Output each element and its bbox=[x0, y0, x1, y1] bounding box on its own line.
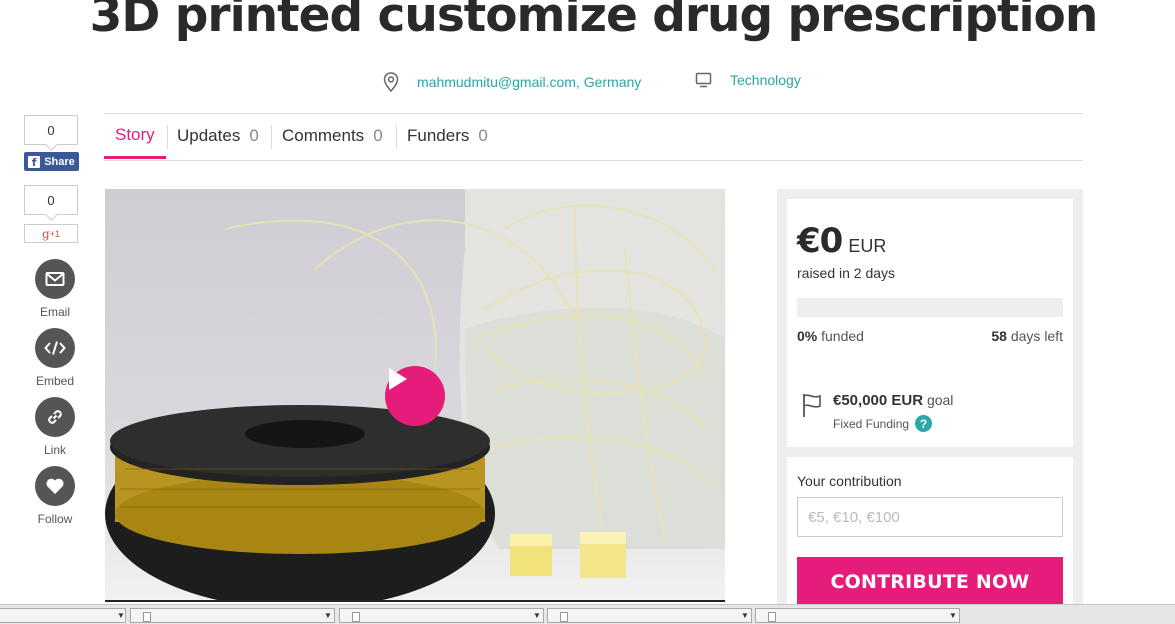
project-tabs: Story Updates 0 Comments 0 Funders 0 bbox=[104, 113, 1083, 161]
download-item[interactable] bbox=[339, 608, 544, 623]
flag-icon bbox=[803, 394, 821, 417]
link-share[interactable]: Link bbox=[24, 397, 86, 457]
download-item[interactable] bbox=[547, 608, 752, 623]
tab-updates[interactable]: Updates 0 bbox=[177, 114, 259, 158]
tab-story-label: Story bbox=[115, 125, 155, 144]
project-meta: mahmudmitu@gmail.com, Germany Technology bbox=[0, 72, 1175, 96]
tab-comments-count: 0 bbox=[373, 126, 383, 145]
link-icon[interactable] bbox=[35, 397, 75, 437]
contribution-box: Your contribution CONTRIBUTE NOW bbox=[787, 457, 1073, 617]
monitor-icon bbox=[695, 72, 712, 88]
follow-label: Follow bbox=[37, 512, 73, 526]
gplus-button[interactable]: g +1 bbox=[24, 224, 78, 243]
raised-amount: €0 EUR bbox=[797, 221, 886, 261]
download-item[interactable] bbox=[130, 608, 335, 623]
tab-comments[interactable]: Comments 0 bbox=[282, 114, 383, 158]
facebook-share-label: Share bbox=[44, 155, 75, 168]
days-left-label: days left bbox=[1010, 328, 1063, 344]
days-left-value: 58 bbox=[991, 328, 1007, 344]
funding-summary: €0 EUR raised in 2 days 0% funded 58 day… bbox=[787, 199, 1073, 447]
downloads-bar: ▼ ▼ ▼ ▼ ▼ bbox=[0, 604, 1175, 624]
goal-amount: €50,000 EUR bbox=[833, 392, 924, 409]
email-share[interactable]: Email bbox=[24, 259, 86, 319]
document-icon bbox=[768, 612, 776, 622]
tab-story[interactable]: Story bbox=[104, 114, 166, 159]
location-text[interactable]: mahmudmitu@gmail.com, Germany bbox=[417, 74, 641, 90]
download-item[interactable] bbox=[755, 608, 960, 623]
location-link[interactable]: mahmudmitu@gmail.com, Germany bbox=[383, 72, 641, 92]
facebook-icon: f bbox=[28, 155, 41, 169]
link-label: Link bbox=[43, 443, 66, 457]
goal-label: goal bbox=[926, 392, 954, 408]
share-sidebar: 0 f Share 0 g +1 bbox=[24, 115, 86, 243]
tab-funders-count: 0 bbox=[478, 126, 488, 145]
facebook-share-count: 0 bbox=[24, 115, 78, 145]
chevron-down-icon[interactable]: ▼ bbox=[948, 608, 958, 623]
contribution-label: Your contribution bbox=[797, 473, 902, 489]
project-video[interactable] bbox=[105, 189, 725, 601]
tab-funders-label: Funders bbox=[407, 126, 470, 145]
play-icon bbox=[389, 368, 407, 390]
raised-value: €0 bbox=[797, 221, 843, 261]
gplus-count: 0 bbox=[24, 185, 78, 215]
tab-comments-label: Comments bbox=[282, 126, 365, 145]
document-icon bbox=[143, 612, 151, 622]
raised-period: raised in 2 days bbox=[797, 265, 896, 281]
raised-currency: EUR bbox=[848, 236, 887, 256]
play-button[interactable] bbox=[385, 366, 445, 426]
email-icon[interactable] bbox=[35, 259, 75, 299]
help-icon[interactable]: ? bbox=[915, 415, 933, 432]
funded-percent-value: 0% bbox=[797, 328, 818, 344]
funding-type: Fixed Funding bbox=[833, 416, 910, 431]
gplus-label: +1 bbox=[49, 228, 60, 239]
funded-percent: 0% funded bbox=[797, 328, 864, 344]
tab-updates-label: Updates bbox=[177, 126, 241, 145]
tab-funders[interactable]: Funders 0 bbox=[407, 114, 488, 158]
chevron-down-icon[interactable]: ▼ bbox=[740, 608, 750, 623]
embed-share[interactable]: Embed bbox=[24, 328, 86, 388]
map-pin-icon bbox=[383, 72, 399, 92]
code-icon[interactable] bbox=[35, 328, 75, 368]
download-item[interactable] bbox=[0, 608, 126, 623]
video-bottom-bar bbox=[105, 600, 725, 602]
chevron-down-icon[interactable]: ▼ bbox=[323, 608, 333, 623]
funding-goal: €50,000 EUR goal Fixed Funding ? bbox=[801, 392, 953, 432]
page-title: 3D printed customize drug prescription bbox=[89, 0, 1099, 43]
heart-icon[interactable] bbox=[35, 466, 75, 506]
funded-percent-label: funded bbox=[821, 328, 864, 344]
email-label: Email bbox=[39, 305, 70, 319]
follow-button[interactable]: Follow bbox=[24, 466, 86, 526]
chevron-down-icon[interactable]: ▼ bbox=[116, 608, 126, 623]
document-icon bbox=[352, 612, 360, 622]
gplus-icon: g bbox=[42, 226, 50, 241]
embed-label: Embed bbox=[35, 374, 75, 388]
funding-progress-bar bbox=[797, 298, 1063, 317]
category-text[interactable]: Technology bbox=[730, 72, 801, 88]
tab-updates-count: 0 bbox=[249, 126, 259, 145]
days-left: 58 days left bbox=[991, 328, 1063, 344]
category-link[interactable]: Technology bbox=[695, 72, 801, 88]
facebook-share-button[interactable]: f Share bbox=[24, 152, 79, 171]
contribution-input[interactable] bbox=[797, 497, 1063, 537]
document-icon bbox=[560, 612, 568, 622]
chevron-down-icon[interactable]: ▼ bbox=[532, 608, 542, 623]
contribute-now-button[interactable]: CONTRIBUTE NOW bbox=[797, 557, 1063, 607]
